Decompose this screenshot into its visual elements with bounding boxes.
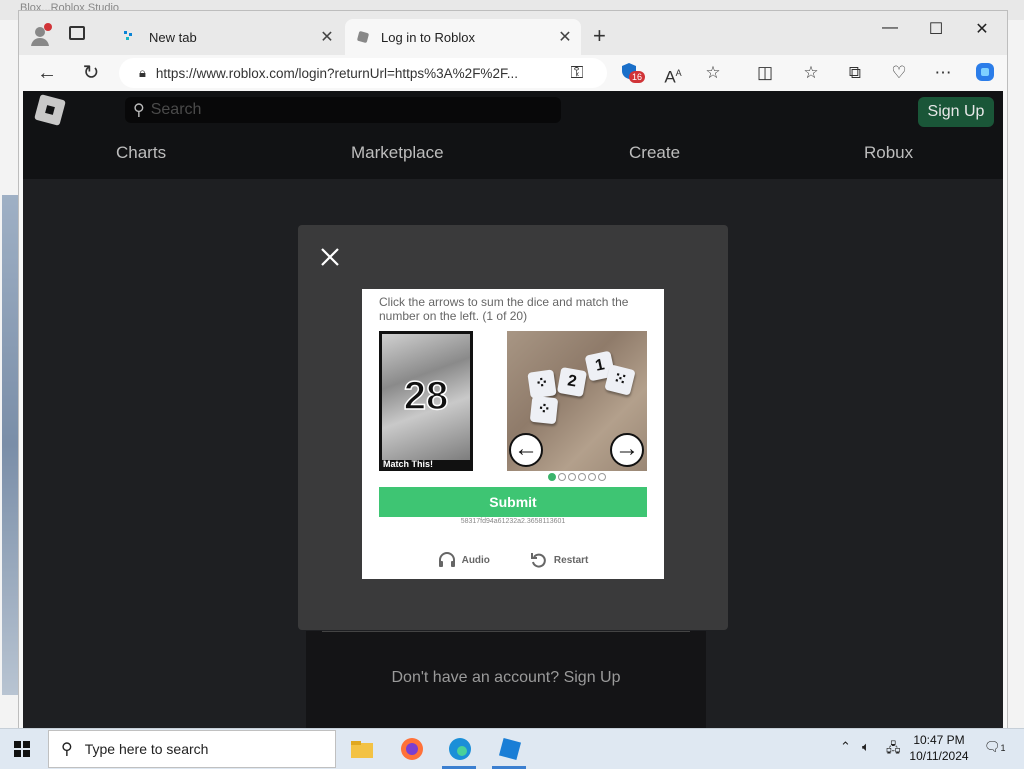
more-menu-icon[interactable]: ⋯ bbox=[931, 61, 955, 85]
edge-newtab-icon bbox=[124, 31, 132, 40]
lock-icon: 🔒︎ bbox=[139, 65, 146, 80]
nav-marketplace[interactable]: Marketplace bbox=[351, 143, 444, 163]
refresh-button[interactable]: ↻ bbox=[77, 59, 105, 87]
favorites-icon[interactable]: ☆ bbox=[799, 61, 823, 85]
page-dot bbox=[598, 473, 606, 481]
session-hash: 58317fd94a61232a2.3658113601 bbox=[460, 518, 566, 525]
close-icon[interactable] bbox=[318, 245, 342, 269]
copilot-logo-icon bbox=[976, 63, 994, 81]
search-icon: ⚲ bbox=[61, 741, 73, 758]
match-target-image: 28 Match This! bbox=[379, 331, 473, 471]
tab-strip: New tab ✕ Log in to Roblox ✕ + — ☐ ✕ bbox=[19, 11, 1007, 55]
taskbar-search-placeholder: Type here to search bbox=[84, 741, 209, 757]
firefox-icon[interactable] bbox=[398, 735, 426, 763]
split-screen-icon[interactable]: ◫ bbox=[753, 61, 777, 85]
windows-start-icon[interactable] bbox=[14, 741, 30, 757]
roblox-studio-icon[interactable] bbox=[496, 735, 524, 763]
page-dot bbox=[558, 473, 566, 481]
date: 10/11/2024 bbox=[909, 749, 969, 763]
restart-icon bbox=[530, 553, 546, 568]
browser-toolbar: ← ↻ 🔒︎ https://www.roblox.com/login?retu… bbox=[19, 55, 1007, 91]
no-account-signup-link[interactable]: Don't have an account? Sign Up bbox=[306, 669, 706, 687]
captcha-instruction: Click the arrows to sum the dice and mat… bbox=[379, 295, 629, 323]
back-button[interactable]: ← bbox=[33, 59, 61, 87]
browser-window: New tab ✕ Log in to Roblox ✕ + — ☐ ✕ ← ↻… bbox=[18, 10, 1008, 730]
notification-count: 1 bbox=[1000, 743, 1006, 753]
roblox-favicon-icon bbox=[357, 31, 369, 43]
roblox-search-input[interactable]: ⚲ Search bbox=[125, 97, 561, 123]
browser-essentials-icon[interactable]: ♡ bbox=[887, 61, 911, 85]
copilot-icon[interactable] bbox=[973, 61, 997, 85]
nav-robux[interactable]: Robux bbox=[864, 143, 913, 163]
network-icon[interactable]: 🖧︎ bbox=[886, 739, 901, 761]
edge-icon[interactable] bbox=[446, 735, 474, 763]
die: ⁘ bbox=[529, 395, 559, 425]
restart-button[interactable]: Restart bbox=[530, 551, 588, 569]
arrow-left-button[interactable]: ← bbox=[509, 433, 543, 467]
roblox-header: ⚲ Search Sign Up bbox=[23, 91, 1003, 135]
nav-create[interactable]: Create bbox=[629, 143, 680, 163]
page-dot-active bbox=[548, 473, 556, 481]
taskbar: ⚲ Type here to search ⌃ 🔈︎ 🖧︎ 10:47 PM 1… bbox=[0, 728, 1024, 769]
profile-icon[interactable] bbox=[27, 22, 55, 50]
match-label: Match This! bbox=[383, 459, 434, 469]
file-explorer-icon[interactable] bbox=[348, 735, 376, 763]
die: ⁙ bbox=[604, 364, 636, 396]
captcha-panel: Click the arrows to sum the dice and mat… bbox=[362, 289, 664, 579]
minimize-button[interactable]: — bbox=[867, 19, 913, 37]
match-target-background: 28 bbox=[382, 334, 470, 460]
die: ⁘ bbox=[527, 369, 557, 399]
taskbar-search-input[interactable]: ⚲ Type here to search bbox=[48, 730, 336, 768]
die: 2 bbox=[556, 366, 588, 398]
audio-button[interactable]: Audio bbox=[438, 551, 490, 569]
volume-muted-icon[interactable]: 🔈︎ bbox=[862, 739, 870, 755]
close-tab-icon[interactable]: ✕ bbox=[317, 27, 337, 47]
extension-badge: 16 bbox=[629, 71, 646, 83]
login-card-bottom: Don't have an account? Sign Up bbox=[306, 631, 706, 729]
restart-label: Restart bbox=[553, 554, 589, 566]
close-window-button[interactable]: ✕ bbox=[959, 19, 1005, 39]
maximize-button[interactable]: ☐ bbox=[913, 19, 959, 39]
favorite-star-icon[interactable]: ☆ bbox=[701, 61, 725, 85]
arrow-right-button[interactable]: → bbox=[610, 433, 644, 467]
new-tab-button[interactable]: + bbox=[593, 23, 606, 49]
roblox-page: ⚲ Search Sign Up Charts Marketplace Crea… bbox=[23, 91, 1003, 729]
dice-image: ⁘ 2 1 ⁙ ⁘ ← → bbox=[507, 331, 647, 471]
collections-icon[interactable]: ⧉ bbox=[843, 61, 867, 85]
match-number: 28 bbox=[403, 373, 449, 419]
headphones-icon bbox=[438, 552, 455, 567]
tray-chevron-icon[interactable]: ⌃ bbox=[840, 739, 851, 755]
tab-label: Log in to Roblox bbox=[381, 29, 475, 45]
background-image-strip bbox=[2, 195, 18, 695]
page-dot bbox=[578, 473, 586, 481]
captcha-modal: Click the arrows to sum the dice and mat… bbox=[298, 225, 728, 630]
divider bbox=[322, 631, 690, 632]
roblox-logo-icon[interactable] bbox=[34, 94, 66, 126]
nav-charts[interactable]: Charts bbox=[116, 143, 166, 163]
address-bar[interactable]: 🔒︎ https://www.roblox.com/login?returnUr… bbox=[119, 58, 607, 88]
tab-roblox-login[interactable]: Log in to Roblox ✕ bbox=[345, 19, 581, 55]
tab-label: New tab bbox=[149, 29, 197, 45]
url-text: https://www.roblox.com/login?returnUrl=h… bbox=[155, 65, 518, 81]
audio-label: Audio bbox=[461, 554, 490, 566]
page-dot bbox=[588, 473, 596, 481]
extension-icon[interactable]: 16 bbox=[617, 61, 646, 85]
page-dots bbox=[548, 473, 606, 481]
roblox-nav: Charts Marketplace Create Robux bbox=[23, 135, 1003, 179]
captcha-footer: Audio Restart bbox=[362, 551, 664, 569]
tab-actions-icon[interactable] bbox=[69, 26, 85, 40]
read-aloud-icon[interactable]: AA bbox=[661, 61, 685, 87]
key-icon[interactable]: ⚿ bbox=[565, 61, 589, 85]
tab-new-tab[interactable]: New tab ✕ bbox=[113, 19, 343, 55]
search-placeholder: Search bbox=[150, 101, 202, 118]
signup-button[interactable]: Sign Up bbox=[918, 97, 994, 127]
time: 10:47 PM bbox=[913, 733, 965, 747]
submit-button[interactable]: Submit bbox=[379, 487, 647, 517]
close-tab-icon[interactable]: ✕ bbox=[555, 27, 575, 47]
notifications-icon[interactable]: 🗨︎1 bbox=[984, 739, 1006, 755]
taskbar-clock[interactable]: 10:47 PM 10/11/2024 bbox=[904, 732, 974, 764]
search-icon: ⚲ bbox=[133, 102, 145, 119]
page-dot bbox=[568, 473, 576, 481]
